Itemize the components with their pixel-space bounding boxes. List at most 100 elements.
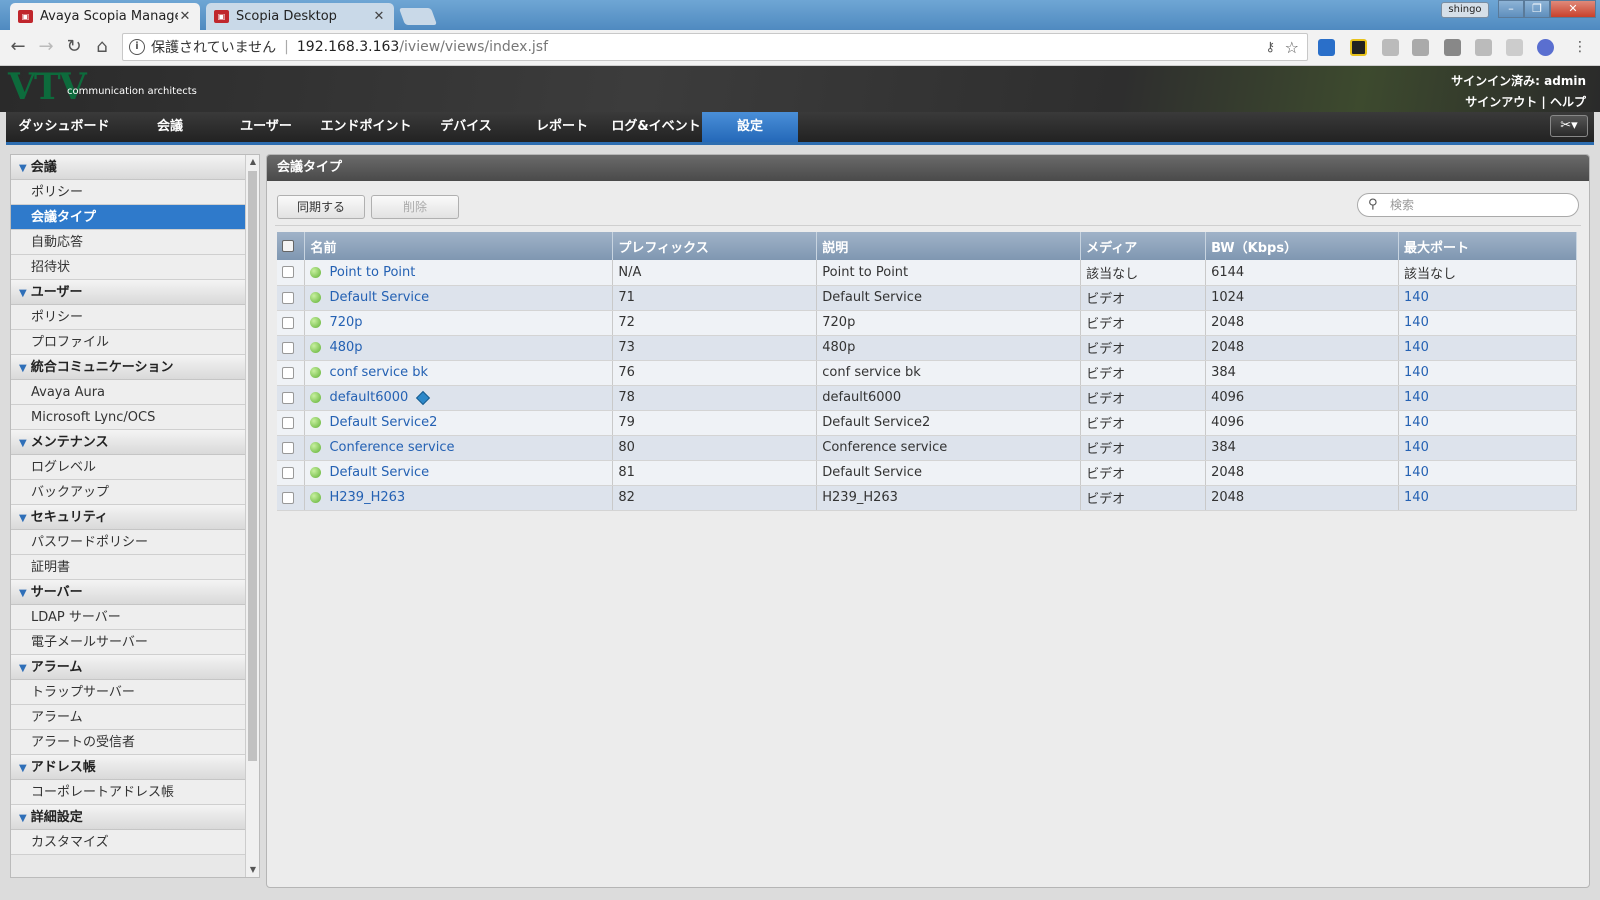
row-checkbox[interactable] bbox=[282, 341, 294, 354]
max-ports-value[interactable]: 140 bbox=[1404, 415, 1429, 430]
extension-icon[interactable] bbox=[1475, 39, 1492, 56]
table-row[interactable]: conf service bk 76 conf service bk ビデオ 384 14… bbox=[277, 360, 1577, 386]
select-all-checkbox[interactable] bbox=[282, 240, 294, 252]
row-checkbox[interactable] bbox=[282, 366, 294, 379]
nav-reports[interactable]: レポート bbox=[514, 112, 610, 142]
max-ports-value[interactable]: 140 bbox=[1404, 340, 1429, 355]
max-ports-value[interactable]: 140 bbox=[1404, 490, 1429, 505]
column-header-max-ports[interactable]: 最大ポート bbox=[1398, 232, 1577, 260]
sidebar-item-policy[interactable]: ポリシー bbox=[11, 180, 245, 205]
sidebar-section-conference[interactable]: ▼ 会議 bbox=[11, 155, 245, 180]
sidebar-section-servers[interactable]: ▼ サーバー bbox=[11, 580, 245, 605]
column-header-description[interactable]: 説明 bbox=[816, 232, 1082, 260]
row-checkbox[interactable] bbox=[282, 491, 294, 504]
sidebar-item-conference-types[interactable]: 会議タイプ bbox=[11, 205, 245, 230]
bookmark-star-icon[interactable]: ☆ bbox=[1285, 38, 1299, 57]
nav-devices[interactable]: デバイス bbox=[418, 112, 514, 142]
tools-dropdown-icon[interactable]: ✂▾ bbox=[1550, 115, 1588, 137]
sidebar-scrollbar[interactable]: ▲ ▼ bbox=[245, 155, 259, 877]
column-header-bandwidth[interactable]: BW（Kbps） bbox=[1205, 232, 1400, 260]
conference-type-link[interactable]: 480p bbox=[329, 340, 362, 355]
key-icon[interactable]: ⚷ bbox=[1265, 40, 1275, 55]
sidebar-item-alarms[interactable]: アラーム bbox=[11, 705, 245, 730]
extension-icon[interactable] bbox=[1444, 39, 1461, 56]
nav-conferences[interactable]: 会議 bbox=[122, 112, 218, 142]
delete-button[interactable]: 削除 bbox=[371, 195, 459, 219]
table-row[interactable]: Default Service 71 Default Service ビデオ 1024 1… bbox=[277, 285, 1577, 311]
sidebar-item-trap-server[interactable]: トラップサーバー bbox=[11, 680, 245, 705]
sidebar-item-lync[interactable]: Microsoft Lync/OCS bbox=[11, 405, 245, 430]
row-checkbox[interactable] bbox=[282, 466, 294, 479]
extension-icon[interactable] bbox=[1506, 39, 1523, 56]
sidebar-item-avaya-aura[interactable]: Avaya Aura bbox=[11, 380, 245, 405]
sidebar-item-alert-recipients[interactable]: アラートの受信者 bbox=[11, 730, 245, 755]
sidebar-item-ldap[interactable]: LDAP サーバー bbox=[11, 605, 245, 630]
sidebar-section-users[interactable]: ▼ ユーザー bbox=[11, 280, 245, 305]
nav-endpoints[interactable]: エンドポイント bbox=[314, 112, 418, 142]
scrollbar-thumb[interactable] bbox=[248, 171, 257, 761]
row-checkbox[interactable] bbox=[282, 316, 294, 329]
row-checkbox[interactable] bbox=[282, 441, 294, 454]
chat-extension-icon[interactable] bbox=[1318, 39, 1335, 56]
row-checkbox[interactable] bbox=[282, 391, 294, 404]
max-ports-value[interactable]: 140 bbox=[1404, 390, 1429, 405]
sidebar-item-customize[interactable]: カスタマイズ bbox=[11, 830, 245, 855]
menu-dots-icon[interactable]: ⋮ bbox=[1568, 36, 1592, 60]
conference-type-link[interactable]: H239_H263 bbox=[329, 490, 405, 505]
back-arrow-icon[interactable]: ← bbox=[6, 36, 30, 60]
row-checkbox[interactable] bbox=[282, 266, 294, 279]
browser-tab-inactive[interactable]: ▣ Scopia Desktop ✕ bbox=[206, 3, 394, 30]
nav-users[interactable]: ユーザー bbox=[218, 112, 314, 142]
conference-type-link[interactable]: Conference service bbox=[329, 440, 454, 455]
sidebar-item-auto-attendant[interactable]: 自動応答 bbox=[11, 230, 245, 255]
signout-help-links[interactable]: サインアウト | ヘルプ bbox=[1465, 93, 1586, 110]
table-row[interactable]: Default Service2 79 Default Service2 ビデオ 409… bbox=[277, 410, 1577, 436]
address-bar[interactable]: i 保護されていません | 192.168.3.163/iview/views/… bbox=[122, 33, 1308, 61]
dropbox-extension-icon[interactable] bbox=[1412, 39, 1429, 56]
sidebar-section-maintenance[interactable]: ▼ メンテナンス bbox=[11, 430, 245, 455]
reload-icon[interactable]: ↻ bbox=[62, 36, 86, 60]
sidebar-item-email-server[interactable]: 電子メールサーバー bbox=[11, 630, 245, 655]
column-header-name[interactable]: 名前 bbox=[304, 232, 614, 260]
table-row[interactable]: 720p 72 720p ビデオ 2048 140 bbox=[277, 310, 1577, 336]
sidebar-item-corporate-address-book[interactable]: コーポレートアドレス帳 bbox=[11, 780, 245, 805]
conference-type-link[interactable]: Default Service2 bbox=[329, 415, 437, 430]
sidebar-section-security[interactable]: ▼ セキュリティ bbox=[11, 505, 245, 530]
nav-dashboard[interactable]: ダッシュボード bbox=[6, 112, 122, 142]
max-ports-value[interactable]: 140 bbox=[1404, 315, 1429, 330]
scroll-up-icon[interactable]: ▲ bbox=[246, 155, 259, 169]
table-row[interactable]: 480p 73 480p ビデオ 2048 140 bbox=[277, 335, 1577, 361]
close-icon[interactable]: ✕ bbox=[372, 9, 386, 24]
table-row[interactable]: default6000 78 default6000 ビデオ 4096 140 bbox=[277, 385, 1577, 411]
window-close-button[interactable]: ✕ bbox=[1550, 0, 1596, 18]
sync-button[interactable]: 同期する bbox=[277, 195, 365, 219]
sidebar-section-alarms[interactable]: ▼ アラーム bbox=[11, 655, 245, 680]
conference-type-link[interactable]: Default Service bbox=[329, 465, 429, 480]
profile-badge[interactable]: shingo bbox=[1441, 2, 1489, 18]
column-header-prefix[interactable]: プレフィックス bbox=[612, 232, 818, 260]
table-row[interactable]: Default Service 81 Default Service ビデオ 2048 1… bbox=[277, 460, 1577, 486]
maximize-button[interactable]: ❐ bbox=[1524, 0, 1550, 18]
info-icon[interactable]: i bbox=[129, 39, 145, 55]
sidebar-item-password-policy[interactable]: パスワードポリシー bbox=[11, 530, 245, 555]
conference-type-link[interactable]: Point to Point bbox=[329, 265, 415, 280]
extension-icon[interactable] bbox=[1537, 39, 1554, 56]
scroll-down-icon[interactable]: ▼ bbox=[246, 863, 259, 877]
sidebar-item-backup[interactable]: バックアップ bbox=[11, 480, 245, 505]
column-header-media[interactable]: メディア bbox=[1080, 232, 1207, 260]
conference-type-link[interactable]: 720p bbox=[329, 315, 362, 330]
sidebar-item-invitation[interactable]: 招待状 bbox=[11, 255, 245, 280]
max-ports-value[interactable]: 140 bbox=[1404, 365, 1429, 380]
close-icon[interactable]: ✕ bbox=[178, 9, 192, 24]
conference-type-link[interactable]: default6000 bbox=[329, 390, 408, 405]
browser-tab-active[interactable]: ▣ Avaya Scopia Manager ✕ bbox=[10, 3, 200, 30]
nav-settings[interactable]: 設定 bbox=[702, 112, 798, 142]
new-tab-button[interactable] bbox=[398, 8, 438, 25]
row-checkbox[interactable] bbox=[282, 291, 294, 304]
table-row[interactable]: Point to Point N/A Point to Point 該当なし 6144 該… bbox=[277, 260, 1577, 286]
sidebar-section-advanced[interactable]: ▼ 詳細設定 bbox=[11, 805, 245, 830]
sidebar-item-certificates[interactable]: 証明書 bbox=[11, 555, 245, 580]
max-ports-value[interactable]: 140 bbox=[1404, 440, 1429, 455]
row-checkbox[interactable] bbox=[282, 416, 294, 429]
forward-arrow-icon[interactable]: → bbox=[34, 36, 58, 60]
